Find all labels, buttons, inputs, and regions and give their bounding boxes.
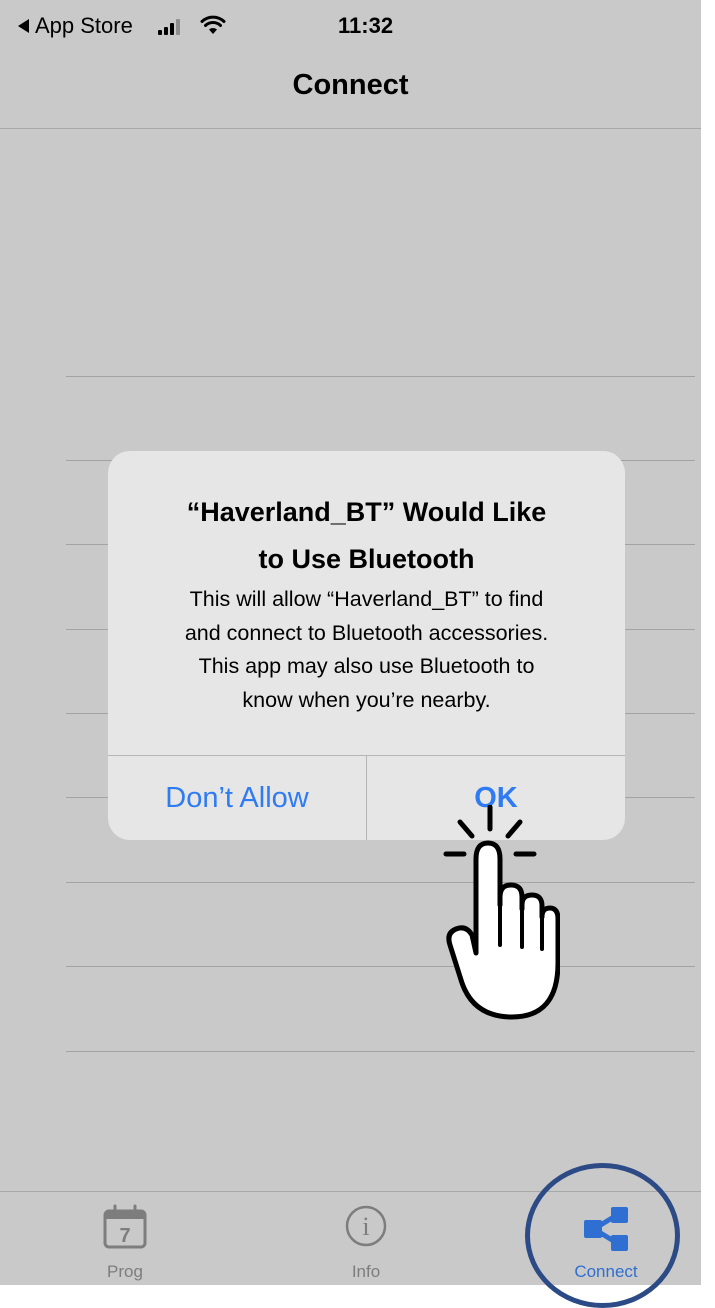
tab-label: Info	[351, 1262, 381, 1281]
alert-message-line: This app may also use Bluetooth to	[198, 654, 535, 678]
alert-message-line: and connect to Bluetooth accessories.	[184, 620, 549, 645]
tab-prog[interactable]: 7 Prog	[8, 1192, 242, 1285]
back-app-label: App Store	[35, 13, 133, 38]
back-to-app-store-link[interactable]: App Store	[18, 13, 133, 39]
info-icon: i	[345, 1205, 387, 1247]
tab-label: Prog	[107, 1262, 143, 1281]
list-separator	[66, 882, 695, 883]
dont-allow-button[interactable]: Don’t Allow	[108, 756, 366, 840]
svg-text:i: i	[362, 1212, 369, 1241]
list-separator	[66, 1051, 695, 1052]
list-separator	[66, 966, 695, 967]
cellular-signal-icon	[158, 19, 180, 35]
tap-hand-icon	[443, 805, 560, 1020]
alert-title-line: to Use Bluetooth	[258, 544, 475, 574]
bluetooth-permission-alert: “Haverland_BT” Would Like to Use Bluetoo…	[108, 451, 625, 840]
alert-title-line: “Haverland_BT” Would Like	[186, 497, 547, 527]
back-arrow-icon	[18, 19, 29, 33]
highlight-circle	[525, 1163, 680, 1308]
page-title: Connect	[292, 69, 409, 101]
svg-text:7: 7	[119, 1225, 130, 1247]
status-time: 11:32	[338, 13, 394, 38]
navigation-bar: Connect	[0, 52, 701, 129]
alert-message-line: know when you’re nearby.	[242, 687, 491, 712]
alert-message: This will allow “Haverland_BT” to find a…	[128, 583, 605, 717]
alert-message-line: This will allow “Haverland_BT” to find	[189, 587, 544, 611]
list-separator	[66, 376, 695, 377]
app-screen: App Store 11:32 Connect “Haverland_BT” W…	[0, 0, 701, 1285]
alert-title: “Haverland_BT” Would Like to Use Bluetoo…	[128, 489, 605, 583]
wifi-icon	[200, 15, 226, 34]
tab-info[interactable]: i Info	[249, 1192, 483, 1285]
calendar-icon: 7	[103, 1204, 147, 1249]
status-bar: App Store 11:32	[0, 0, 701, 52]
